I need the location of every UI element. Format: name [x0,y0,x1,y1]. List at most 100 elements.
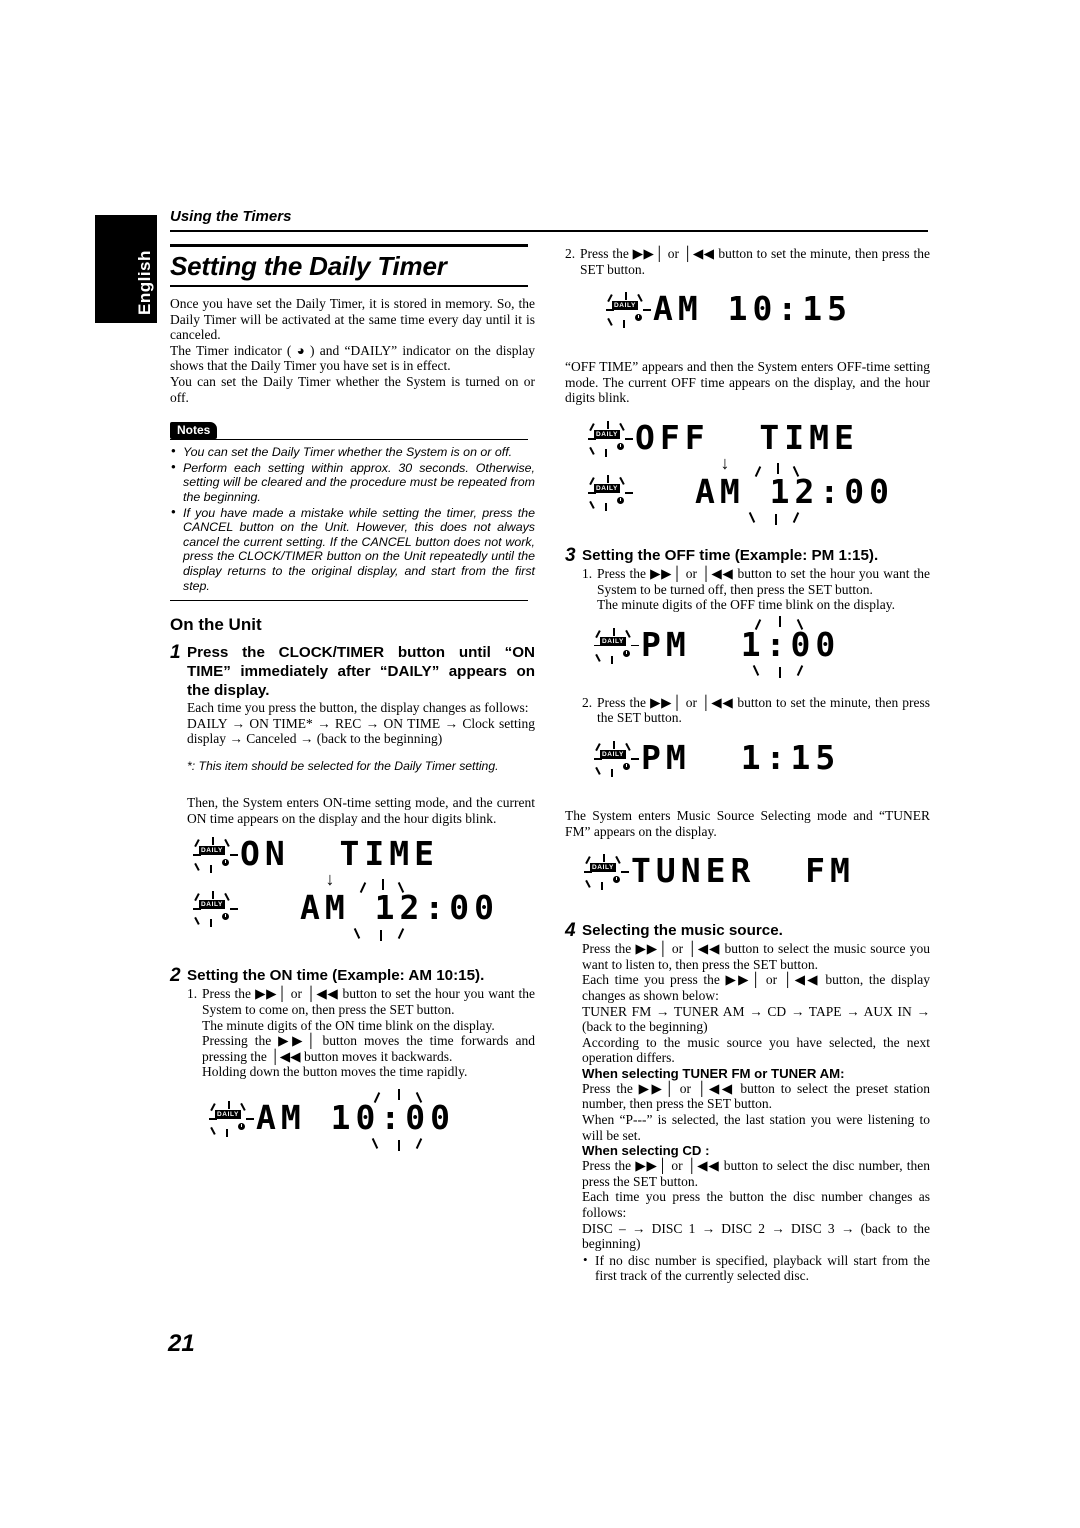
step-2-detail-2: Pressing the ▶▶│ button moves the time f… [202,1033,535,1064]
manual-page: English Using the Timers Setting the Dai… [0,0,1080,1528]
daily-indicator-label: DAILY [590,863,616,873]
step-3-body: 1. Press the ▶▶│ or │◀◀ button to set th… [582,566,930,613]
lcd-tuner-fm-display: DAILY TUNER FM [565,853,930,915]
step-4-number: 4 [565,920,576,942]
notes-badge: Notes [170,422,218,440]
daily-indicator-icon: DAILY [208,1101,254,1137]
step-2-sub-1-text: Press the ▶▶│ or │◀◀ button to set the h… [202,986,535,1018]
lcd-on-time-line-2: AM 12:00 [300,888,499,928]
after-off-time-text: The System enters Music Source Selecting… [565,807,930,839]
cd-sequence: DISC – → DISC 1 → DISC 2 → DISC 3 → (bac… [582,1220,930,1252]
notes-block: Notes You can set the Daily Timer whethe… [170,419,535,602]
lcd-am-10-00-display: DAILY AM 10:00 [170,1089,535,1160]
timer-indicator-icon [617,496,624,504]
step-1: 1 Press the CLOCK/TIMER button until “ON… [170,643,535,700]
note-item: You can set the Daily Timer whether the … [170,444,535,460]
timer-indicator-icon [222,859,229,867]
step-2-number: 2 [170,965,181,987]
step-3-sub-2-number: 2. [582,694,593,710]
step-4-body-3: According to the music source you have s… [582,1034,930,1066]
daily-indicator-icon: DAILY [587,474,633,511]
note-item: If you have made a mistake while setting… [170,505,535,594]
lcd-off-time-line-1: OFF TIME [635,417,859,457]
cd-subhead: When selecting CD : [582,1143,710,1159]
step-4-title: Selecting the music source. [582,922,783,940]
page-title: Setting the Daily Timer [170,251,447,281]
lcd-off-time-line-2: AM 12:00 [695,471,894,511]
daily-indicator-label: DAILY [594,483,620,493]
daily-indicator-label: DAILY [199,900,225,910]
notes-rule [170,439,528,441]
lcd-am-10-15-display: DAILY AM 10:15 [565,291,930,353]
intro-paragraph-3: You can set the Daily Timer whether the … [170,373,535,405]
lcd-off-time-display: DAILY OFF TIME ↓ DAILY AM 12:00 [565,417,930,540]
notes-bottom-rule [170,600,528,602]
cd-bullet-item: If no disc number is specified, playback… [582,1252,930,1284]
timer-indicator-icon [635,314,642,322]
lcd-pm-1-00-time: 1:00 [740,624,841,664]
tuner-subhead: When selecting TUNER FM or TUNER AM: [582,1065,845,1081]
step-2-detail-3: Holding down the button moves the time r… [202,1064,468,1080]
section-subhead-on-the-unit: On the Unit [170,615,262,635]
intro-paragraph-2: The Timer indicator ( ◕ ) and “DAILY” in… [170,342,535,374]
step-4-body: Press the ▶▶│ or │◀◀ button to select th… [582,941,930,1284]
notes-list: You can set the Daily Timer whether the … [170,444,535,594]
daily-indicator-icon: DAILY [192,891,238,928]
running-head: Using the Timers [170,208,292,225]
step-1-title: Press the CLOCK/TIMER button until “ON T… [187,644,535,700]
daily-indicator-label: DAILY [600,636,626,646]
step-2-detail-1: The minute digits of the ON time blink o… [202,1017,495,1033]
step-3-sub-2-text: Press the ▶▶│ or │◀◀ button to set the m… [597,694,930,726]
step-1-body: Each time you press the button, the disp… [187,700,535,826]
language-tab-label: English [135,250,154,315]
cd-body-1: Press the ▶▶│ or │◀◀ button to select th… [582,1158,930,1189]
step-2-title: Setting the ON time (Example: AM 10:15). [187,967,485,985]
cd-body-2: Each time you press the button the disc … [582,1189,930,1221]
lcd-pm-1-15-display: DAILY PM 1:15 [565,737,930,802]
timer-indicator-icon [623,762,630,770]
step-2: 2 Setting the ON time (Example: AM 10:15… [170,966,535,986]
daily-indicator-label: DAILY [199,846,225,856]
daily-indicator-label: DAILY [594,429,620,439]
note-item: Perform each setting within approx. 30 s… [170,460,535,505]
step-3-number: 3 [565,544,576,566]
step-3-detail: The minute digits of the OFF time blink … [597,597,895,613]
step-3-title: Setting the OFF time (Example: PM 1:15). [582,546,879,564]
title-rule-bottom [170,285,528,287]
timer-indicator-icon [623,649,630,657]
tuner-body-2: When “P---” is selected, the last statio… [582,1112,930,1143]
step-1-number: 1 [170,642,181,664]
lcd-pm-1-00-prefix: PM [641,624,691,664]
title-rule-top [170,244,528,247]
daily-indicator-icon: DAILY [192,837,238,874]
lcd-pm-1-00-display: DAILY PM 1:00 [565,615,930,689]
daily-indicator-label: DAILY [612,301,638,311]
timer-indicator-icon [617,442,624,450]
step-1-body-1: Each time you press the button, the disp… [187,700,529,716]
step-2-body: 1. Press the ▶▶│ or │◀◀ button to set th… [187,986,535,1080]
lcd-on-time-line-1: ON TIME [240,834,439,874]
daily-indicator-label: DAILY [215,1110,241,1119]
step-3-sub-1-number: 1. [582,565,593,581]
daily-indicator-label: DAILY [600,749,626,759]
daily-indicator-icon: DAILY [583,854,629,891]
left-column: Setting the Daily Timer Once you have se… [170,240,535,1166]
timer-indicator-icon [238,1123,245,1130]
step-2-sub-2-text: Press the ▶▶│ or │◀◀ button to set the m… [580,246,930,277]
cd-bullet-list: If no disc number is specified, playback… [582,1252,930,1284]
lcd-tuner-fm-line: TUNER FM [631,851,855,891]
lcd-am-10-00-line: AM 10:00 [256,1098,455,1137]
timer-indicator-icon [613,876,620,884]
step-4-body-1: Press the ▶▶│ or │◀◀ button to select th… [582,941,930,972]
step-1-body-2: Then, the System enters ON-time setting … [187,795,535,826]
step-4-sequence: TUNER FM → TUNER AM → CD → TAPE → AUX IN… [582,1003,930,1035]
step-1-sequence: DAILY → ON TIME* → REC → ON TIME → Clock… [187,715,535,747]
daily-indicator-icon: DAILY [593,627,639,664]
lcd-pm-1-15-time: 1:15 [740,737,841,777]
daily-indicator-icon: DAILY [587,420,633,457]
daily-indicator-icon: DAILY [605,292,651,329]
lcd-on-time-display: DAILY ON TIME ↓ DAILY AM 12:00 [170,836,535,954]
step-1-footnote: *: This item should be selected for the … [187,759,499,774]
step-4: 4 Selecting the music source. [565,921,930,941]
lcd-pm-1-15-prefix: PM [641,737,691,777]
